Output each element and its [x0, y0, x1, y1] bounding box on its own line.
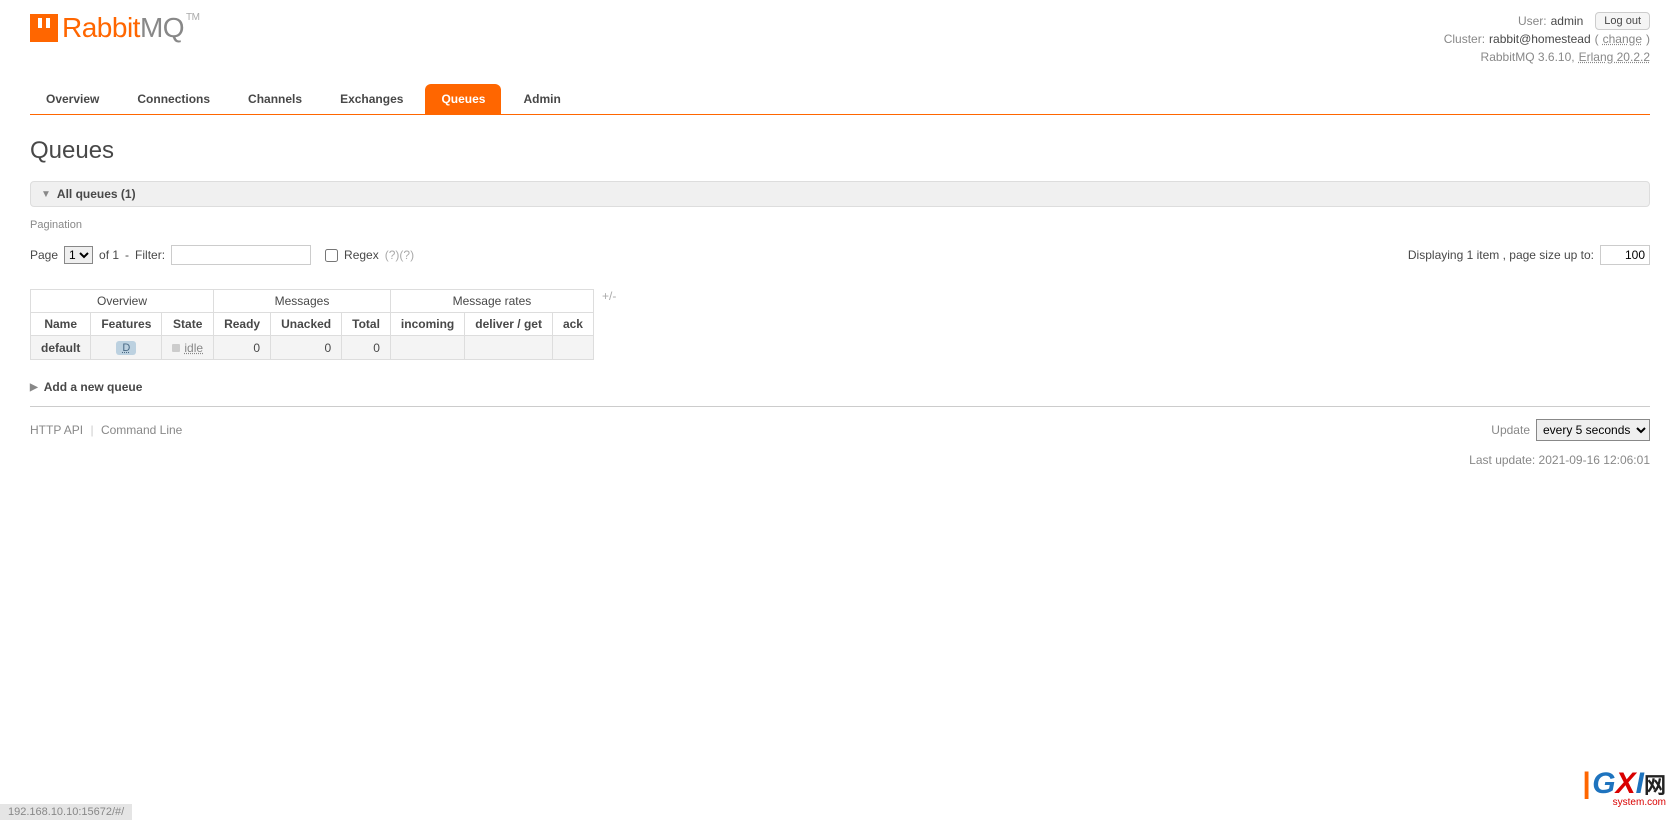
filter-input[interactable] [171, 245, 311, 265]
tab-overview[interactable]: Overview [30, 84, 115, 114]
regex-label: Regex [344, 248, 379, 262]
col-incoming[interactable]: incoming [390, 313, 464, 336]
cell-incoming [390, 336, 464, 360]
regex-checkbox[interactable] [325, 249, 338, 262]
update-label: Update [1491, 423, 1530, 437]
rabbitmq-logo-icon [30, 14, 58, 42]
page-title: Queues [30, 137, 1650, 165]
cell-ready: 0 [214, 336, 271, 360]
cluster-name: rabbit@homestead [1489, 30, 1591, 48]
erlang-version-link[interactable]: Erlang 20.2.2 [1579, 48, 1650, 66]
col-deliver[interactable]: deliver / get [465, 313, 553, 336]
col-group-rates: Message rates [390, 290, 593, 313]
col-group-messages: Messages [214, 290, 391, 313]
logo-text: RabbitMQTM [62, 12, 200, 44]
table-row[interactable]: default D idle 0 0 0 [31, 336, 594, 360]
col-ready[interactable]: Ready [214, 313, 271, 336]
header-info: User: admin Log out Cluster: rabbit@home… [1444, 12, 1650, 66]
logo[interactable]: RabbitMQTM [30, 12, 200, 44]
col-ack[interactable]: ack [552, 313, 593, 336]
tab-queues[interactable]: Queues [425, 84, 501, 114]
last-update: Last update: 2021-09-16 12:06:01 [0, 445, 1680, 475]
queues-table: Overview Messages Message rates Name Fea… [30, 289, 594, 360]
filter-label: Filter: [135, 248, 165, 262]
section-title: All queues (1) [57, 187, 136, 201]
page-of: of 1 [99, 248, 119, 262]
tab-channels[interactable]: Channels [232, 84, 318, 114]
state-indicator-icon [172, 344, 180, 352]
cluster-label: Cluster: [1444, 30, 1485, 48]
cell-unacked: 0 [271, 336, 342, 360]
chevron-right-icon: ▶ [30, 382, 38, 393]
tab-connections[interactable]: Connections [121, 84, 226, 114]
columns-toggle[interactable]: +/- [602, 289, 616, 303]
col-total[interactable]: Total [342, 313, 391, 336]
user-name: admin [1551, 12, 1584, 30]
col-group-overview: Overview [31, 290, 214, 313]
user-label: User: [1518, 12, 1547, 30]
chevron-down-icon: ▼ [41, 189, 51, 200]
displaying-text: Displaying 1 item , page size up to: [1408, 248, 1594, 262]
update-interval-select[interactable]: every 5 seconds [1536, 419, 1650, 441]
col-unacked[interactable]: Unacked [271, 313, 342, 336]
cell-features: D [91, 336, 162, 360]
add-queue-section[interactable]: ▶ Add a new queue [30, 380, 1650, 394]
add-queue-label: Add a new queue [44, 380, 143, 394]
page-size-input[interactable] [1600, 245, 1650, 265]
section-all-queues[interactable]: ▼ All queues (1) [30, 181, 1650, 207]
cell-state: idle [162, 336, 214, 360]
col-features[interactable]: Features [91, 313, 162, 336]
command-line-link[interactable]: Command Line [101, 423, 182, 437]
version-text: RabbitMQ 3.6.10, [1481, 48, 1575, 66]
col-state[interactable]: State [162, 313, 214, 336]
cell-deliver [465, 336, 553, 360]
cell-total: 0 [342, 336, 391, 360]
status-bar-url: 192.168.10.10:15672/#/ [0, 804, 132, 820]
tab-admin[interactable]: Admin [507, 84, 576, 114]
watermark: |GXI网 system.com [1582, 767, 1666, 808]
change-cluster-link[interactable]: change [1603, 30, 1642, 48]
nav-tabs: Overview Connections Channels Exchanges … [30, 84, 1650, 115]
durable-badge[interactable]: D [116, 341, 136, 355]
cell-ack [552, 336, 593, 360]
http-api-link[interactable]: HTTP API [30, 423, 83, 437]
page-word: Page [30, 248, 58, 262]
regex-help[interactable]: (?)(?) [385, 248, 414, 262]
pagination-heading: Pagination [30, 219, 1650, 231]
cell-name[interactable]: default [31, 336, 91, 360]
logout-button[interactable]: Log out [1595, 12, 1650, 30]
tab-exchanges[interactable]: Exchanges [324, 84, 419, 114]
footer-links: HTTP API | Command Line [30, 423, 182, 437]
page-select[interactable]: 1 [64, 246, 93, 264]
col-name[interactable]: Name [31, 313, 91, 336]
